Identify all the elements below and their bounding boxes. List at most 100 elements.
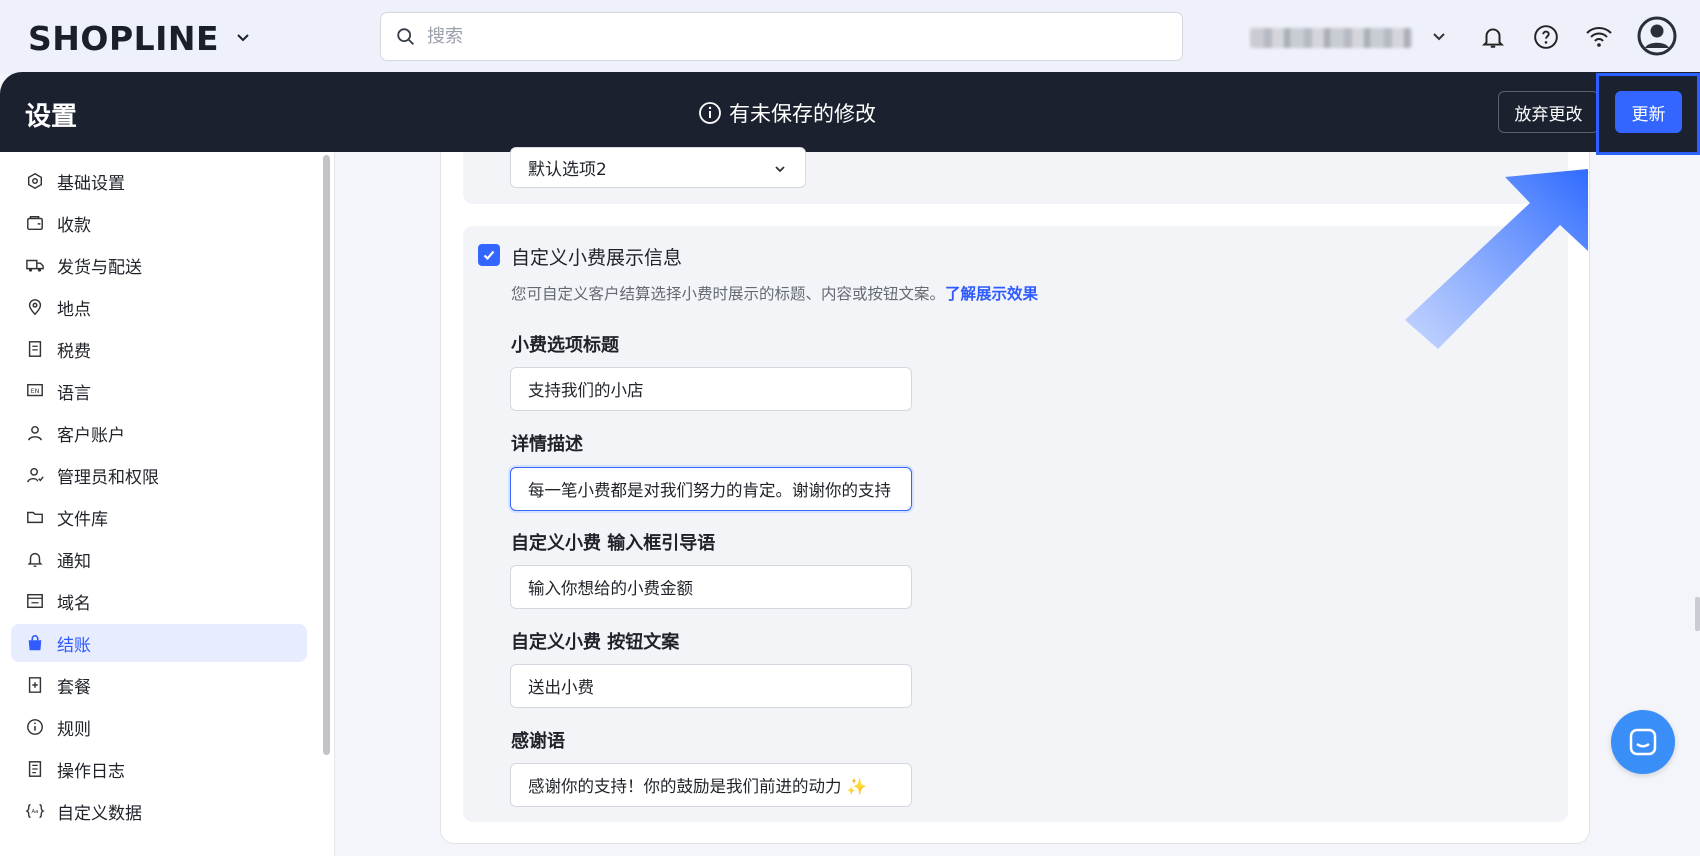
location-pin-icon (25, 297, 45, 317)
sidebar-item-activity-log[interactable]: 操作日志 (11, 750, 307, 788)
network-status[interactable] (1582, 20, 1616, 54)
wallet-icon (25, 213, 45, 233)
unsaved-changes-notice: 有未保存的修改 (698, 98, 876, 128)
top-bar: SHOPLINE (0, 0, 1700, 74)
account-avatar[interactable] (1637, 16, 1677, 56)
notifications-button[interactable] (1476, 20, 1510, 54)
sidebar-item-basic-settings[interactable]: 基础设置 (11, 162, 307, 200)
wifi-icon (1586, 27, 1612, 47)
chevron-down-icon (1433, 33, 1445, 41)
bell-icon (25, 549, 45, 569)
custom-tip-checkbox-label[interactable]: 自定义小费展示信息 (511, 243, 682, 270)
sidebar-item-label: 基础设置 (57, 173, 125, 194)
sidebar-item-shipping[interactable]: 发货与配送 (11, 246, 307, 284)
shopping-bag-icon (25, 633, 45, 653)
language-en-icon: EN (25, 381, 45, 401)
help-button[interactable] (1529, 20, 1563, 54)
tip-title-label: 小费选项标题 (511, 335, 619, 356)
sidebar-item-label: 文件库 (57, 509, 108, 530)
sidebar-item-payments[interactable]: 收款 (11, 204, 307, 242)
shopline-logo: SHOPLINE (28, 18, 220, 58)
sidebar-item-checkout[interactable]: 结账 (11, 624, 307, 662)
custom-tip-button-label: 自定义小费 按钮文案 (511, 632, 680, 653)
receipt-icon (25, 339, 45, 359)
sidebar-item-custom-data[interactable]: Aa 自定义数据 (11, 792, 307, 830)
sidebar-item-label: 管理员和权限 (57, 467, 159, 488)
arrow-pointer-icon (1405, 169, 1588, 349)
custom-tip-checkbox[interactable] (478, 244, 500, 266)
store-switcher[interactable]: SHOPLINE (28, 18, 253, 58)
sidebar-item-label: 收款 (57, 215, 91, 236)
hint-text: 您可自定义客户结算选择小费时展示的标题、内容或按钮文案。 (511, 285, 946, 303)
sidebar-item-label: 域名 (57, 593, 91, 614)
search-bar[interactable] (380, 12, 1183, 61)
admin-user-icon (25, 465, 45, 485)
sidebar-item-languages[interactable]: EN 语言 (11, 372, 307, 410)
description-input[interactable] (510, 467, 912, 511)
update-button-highlight (1596, 73, 1700, 155)
settings-header: 设置 有未保存的修改 放弃更改 更新 (0, 72, 1700, 152)
sidebar-item-policies[interactable]: 规则 (11, 708, 307, 746)
sidebar-item-admins-permissions[interactable]: 管理员和权限 (11, 456, 307, 494)
checkmark-icon (483, 250, 495, 261)
sidebar-item-notifications[interactable]: 通知 (11, 540, 307, 578)
user-icon (25, 423, 45, 443)
sidebar-item-taxes[interactable]: 税费 (11, 330, 307, 368)
custom-tip-placeholder-label: 自定义小费 输入框引导语 (511, 533, 716, 554)
store-name-blurred[interactable] (1250, 28, 1412, 48)
settings-sidebar: 基础设置 收款 发货与配送 地点 税费 EN 语言 客户账户 管理员和权限 文件… (0, 152, 335, 856)
default-option-select[interactable]: 默认选项2 (510, 147, 806, 188)
sidebar-item-label: 套餐 (57, 677, 91, 698)
bell-icon (1481, 28, 1505, 48)
sidebar-item-plans[interactable]: 套餐 (11, 666, 307, 704)
custom-data-icon: Aa (25, 801, 45, 821)
truck-icon (25, 255, 45, 275)
svg-text:EN: EN (31, 388, 40, 395)
sidebar-item-label: 客户账户 (57, 425, 125, 446)
tip-title-input[interactable] (510, 367, 912, 411)
sidebar-item-label: 操作日志 (57, 761, 125, 782)
plan-icon (25, 675, 45, 695)
learn-display-effect-link[interactable]: 了解展示效果 (945, 285, 1038, 303)
sidebar-item-label: 地点 (57, 299, 91, 320)
chat-icon (1629, 728, 1657, 756)
chevron-down-icon (775, 166, 785, 173)
description-label: 详情描述 (511, 434, 583, 455)
help-icon (1534, 25, 1558, 49)
unsaved-text: 有未保存的修改 (729, 102, 876, 126)
info-icon (699, 102, 721, 124)
sidebar-item-domains[interactable]: 域名 (11, 582, 307, 620)
custom-tip-button-input[interactable] (510, 664, 912, 708)
sidebar-item-customer-accounts[interactable]: 客户账户 (11, 414, 307, 452)
search-input[interactable] (425, 25, 1125, 48)
gear-hex-icon (25, 171, 45, 191)
domain-icon (25, 591, 45, 611)
sidebar-item-label: 通知 (57, 551, 91, 572)
sidebar-item-locations[interactable]: 地点 (11, 288, 307, 326)
select-value: 默认选项2 (528, 160, 607, 180)
log-icon (25, 759, 45, 779)
page-title: 设置 (25, 102, 78, 132)
custom-tip-placeholder-input[interactable] (510, 565, 912, 609)
custom-tip-hint: 您可自定义客户结算选择小费时展示的标题、内容或按钮文案。了解展示效果 (511, 282, 1038, 304)
info-circle-icon (25, 717, 45, 737)
sidebar-item-files[interactable]: 文件库 (11, 498, 307, 536)
chevron-down-icon (237, 34, 249, 42)
sidebar-item-label: 语言 (57, 383, 91, 404)
svg-text:Aa: Aa (32, 809, 39, 815)
sidebar-item-label: 自定义数据 (57, 803, 142, 824)
sidebar-item-label: 规则 (57, 719, 91, 740)
store-menu-chevron[interactable] (1422, 20, 1456, 54)
thank-you-input[interactable] (510, 763, 912, 807)
sidebar-item-label: 税费 (57, 341, 91, 362)
discard-changes-button[interactable]: 放弃更改 (1498, 91, 1599, 133)
thank-you-label: 感谢语 (511, 731, 565, 752)
sidebar-item-label: 发货与配送 (57, 257, 142, 278)
sidebar-scrollbar[interactable] (323, 155, 330, 755)
user-avatar-icon (1637, 16, 1677, 56)
sidebar-item-label: 结账 (57, 635, 91, 656)
search-icon (397, 27, 414, 45)
support-chat-button[interactable] (1611, 710, 1675, 774)
folder-icon (25, 507, 45, 527)
edge-handle[interactable] (1695, 597, 1700, 631)
